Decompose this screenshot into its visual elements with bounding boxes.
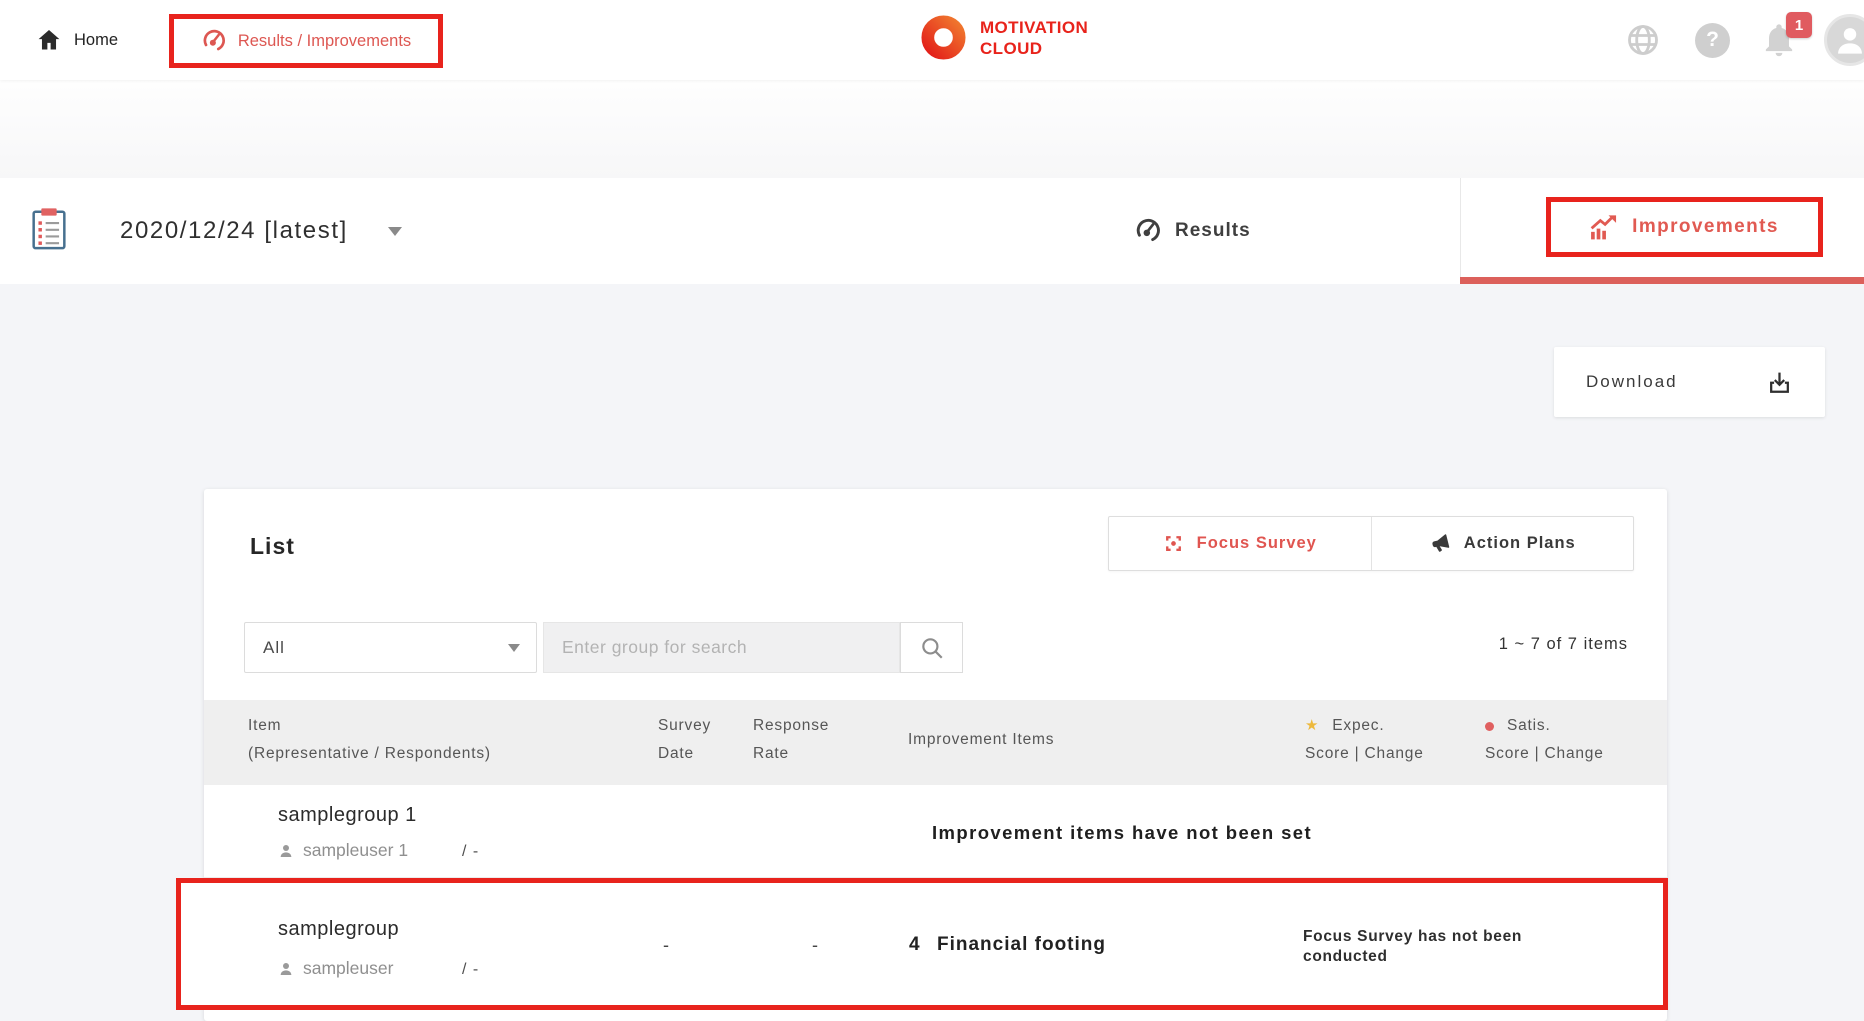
- group-filter-dropdown[interactable]: All: [244, 622, 537, 673]
- improvement-message: Improvement items have not been set: [932, 822, 1312, 844]
- list-panel: List Focus Survey Action Plans All: [204, 489, 1667, 1021]
- nav-home[interactable]: Home: [36, 0, 118, 80]
- download-label: Download: [1586, 372, 1678, 392]
- items-count: 1 ~ 7 of 7 items: [1499, 635, 1628, 654]
- gauge-icon: [1134, 218, 1161, 245]
- top-navigation-bar: Home Results / Improvements MOTIVATION C…: [0, 0, 1864, 80]
- notification-count-badge: 1: [1786, 12, 1812, 38]
- language-button[interactable]: [1625, 0, 1661, 80]
- table-row[interactable]: samplegroup 1 sampleuser 1 / - Improveme…: [204, 785, 1667, 878]
- survey-toolbar: 2020/12/24 [latest] Results Improvements: [0, 178, 1864, 284]
- focus-survey-label: Focus Survey: [1197, 534, 1317, 553]
- improvements-chart-icon: [1590, 214, 1618, 240]
- person-icon: [278, 843, 294, 859]
- help-icon: ?: [1695, 23, 1730, 58]
- column-improvement-items: Improvement Items: [908, 726, 1054, 754]
- logo-wordmark: MOTIVATION CLOUD: [980, 17, 1088, 59]
- column-survey-date: Survey Date: [658, 712, 711, 768]
- group-name-link[interactable]: samplegroup 1: [278, 804, 417, 827]
- column-expec-score: ★ Expec. Score | Change: [1305, 712, 1424, 768]
- breadcrumb-bar: All Organizations/Attributes: [0, 80, 1864, 178]
- active-tab-indicator: [1460, 277, 1864, 284]
- page-background: Download List Focus Survey Action Plans: [0, 284, 1864, 1021]
- improvement-item: Financial footing: [937, 934, 1106, 956]
- star-icon: ★: [1305, 712, 1319, 740]
- improvement-count: 4: [909, 934, 920, 956]
- tab-improvements-label: Improvements: [1632, 216, 1779, 238]
- representative: sampleuser: [278, 958, 393, 979]
- representative: sampleuser 1: [278, 840, 408, 861]
- respondents-value: / -: [462, 843, 479, 861]
- person-icon: [1833, 23, 1864, 57]
- annotation-highlight-improvements: Improvements: [1546, 197, 1823, 257]
- tab-results[interactable]: Results: [1134, 178, 1251, 284]
- clipboard-icon: [26, 206, 72, 257]
- download-button[interactable]: Download: [1554, 347, 1825, 417]
- person-icon: [278, 961, 294, 977]
- focus-survey-icon: [1163, 533, 1184, 554]
- globe-icon: [1625, 22, 1661, 58]
- table-header: Item (Representative / Respondents) Surv…: [204, 700, 1667, 785]
- tab-improvements[interactable]: Improvements: [1590, 214, 1779, 240]
- search-icon: [919, 635, 945, 661]
- respondents-value: / -: [462, 961, 479, 979]
- megaphone-icon: [1426, 530, 1453, 557]
- gauge-icon: [201, 29, 226, 54]
- group-name-link[interactable]: samplegroup: [278, 918, 399, 941]
- focus-survey-button[interactable]: Focus Survey: [1109, 517, 1372, 570]
- focus-survey-note: Focus Survey has not been conducted: [1303, 927, 1522, 967]
- brand-logo[interactable]: MOTIVATION CLOUD: [920, 14, 1088, 61]
- survey-date-selector[interactable]: 2020/12/24 [latest]: [120, 178, 402, 284]
- help-button[interactable]: ?: [1695, 0, 1730, 80]
- survey-date-value: 2020/12/24 [latest]: [120, 217, 348, 245]
- tab-results-label: Results: [1175, 220, 1251, 242]
- search-input[interactable]: [543, 622, 900, 673]
- group-filter-value: All: [263, 638, 285, 658]
- column-response-rate: Response Rate: [753, 712, 829, 768]
- tab-divider: [1460, 178, 1461, 284]
- download-icon: [1766, 369, 1793, 396]
- segmented-buttons: Focus Survey Action Plans: [1108, 516, 1634, 571]
- cell-survey-date: -: [663, 935, 669, 956]
- action-plans-button[interactable]: Action Plans: [1372, 517, 1634, 570]
- action-plans-label: Action Plans: [1464, 534, 1576, 553]
- panel-title: List: [250, 533, 295, 560]
- cell-response-rate: -: [812, 935, 818, 956]
- user-avatar[interactable]: [1824, 14, 1864, 66]
- chevron-down-icon: [508, 644, 520, 652]
- annotation-highlight-results-improvements: Results / Improvements: [169, 14, 443, 68]
- chevron-down-icon: [388, 227, 402, 236]
- dot-icon: [1485, 722, 1494, 731]
- home-icon: [36, 27, 62, 53]
- column-satis-score: Satis. Score | Change: [1485, 712, 1604, 768]
- table-row-highlighted[interactable]: samplegroup sampleuser / - - - 4 Financi…: [176, 878, 1668, 1010]
- nav-results-improvements[interactable]: Results / Improvements: [201, 29, 411, 54]
- search-button[interactable]: [900, 622, 963, 673]
- home-label: Home: [74, 31, 118, 50]
- nav-results-improvements-label: Results / Improvements: [238, 32, 411, 51]
- column-item: Item (Representative / Respondents): [248, 712, 491, 768]
- logo-ring-icon: [920, 14, 967, 61]
